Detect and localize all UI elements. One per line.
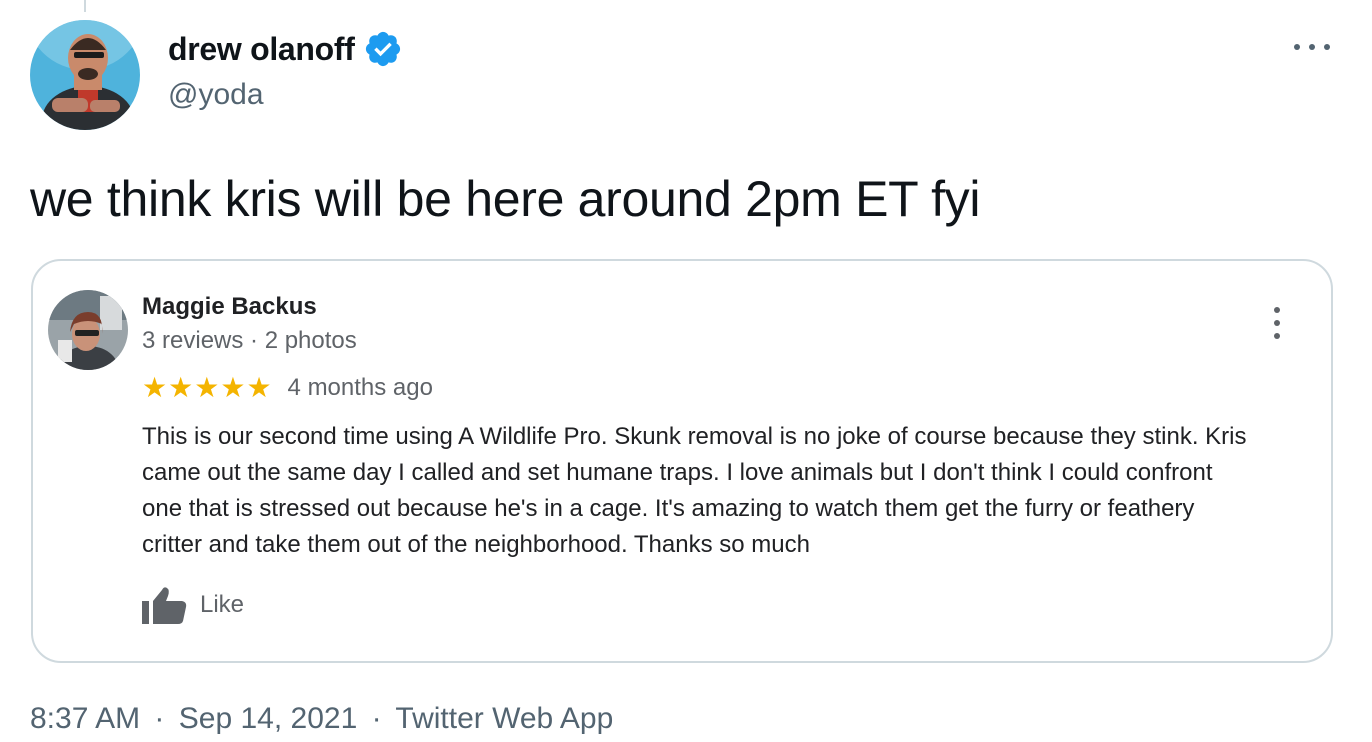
star-icon: ★ (142, 372, 168, 403)
tweet-time[interactable]: 8:37 AM (30, 702, 140, 735)
review-time: 4 months ago (287, 374, 433, 401)
review-body-line: critter and take them out of the neighbo… (142, 531, 810, 558)
thumbs-up-icon (142, 587, 187, 624)
like-button[interactable]: Like (142, 584, 244, 626)
star-icon: ★ (168, 372, 194, 403)
review-screenshot-card[interactable]: Maggie Backus 3 reviews · 2 photos ★ ★ ★ ★ ★… (31, 259, 1333, 663)
reviewer-name[interactable]: Maggie Backus (142, 293, 317, 321)
review-body: This is our second time using A Wildlife… (142, 419, 1331, 563)
reviewer-avatar (48, 290, 128, 370)
rating-row: ★ ★ ★ ★ ★ 4 months ago (142, 371, 433, 405)
dot (1274, 320, 1280, 326)
dot (1324, 44, 1330, 50)
reviewer-meta: 3 reviews · 2 photos (142, 327, 357, 354)
author-handle[interactable]: @yoda (168, 78, 264, 112)
separator: · (371, 702, 382, 735)
tweet-source[interactable]: Twitter Web App (395, 702, 613, 735)
dot (1274, 333, 1280, 339)
star-icon: ★ (246, 372, 272, 403)
star-icon: ★ (220, 372, 246, 403)
star-rating: ★ ★ ★ ★ ★ (142, 374, 272, 402)
dot (1309, 44, 1315, 50)
like-label: Like (200, 591, 245, 618)
dot (1294, 44, 1300, 50)
author-avatar[interactable] (30, 20, 140, 130)
thread-connector (84, 0, 86, 12)
separator: · (154, 702, 165, 735)
user-avatar-photo-icon (30, 20, 140, 130)
reviewer-avatar-photo-icon (48, 290, 128, 370)
review-body-line: one that is stressed out because he's in… (142, 495, 1195, 522)
review-body-line: came out the same day I called and set h… (142, 459, 1213, 486)
author-name[interactable]: drew olanoff (168, 31, 355, 68)
tweet-date[interactable]: Sep 14, 2021 (179, 702, 358, 735)
author-name-row[interactable]: drew olanoff (168, 28, 403, 70)
more-horizontal-icon[interactable] (1290, 32, 1334, 62)
verified-badge-icon (365, 31, 400, 67)
more-vertical-icon[interactable] (1269, 307, 1285, 339)
star-icon: ★ (194, 372, 220, 403)
dot (1274, 307, 1280, 313)
tweet-text: we think kris will be here around 2pm ET… (30, 171, 981, 227)
tweet-timestamp: 8:37 AM · Sep 14, 2021 · Twitter Web App (30, 702, 613, 736)
review-body-line: This is our second time using A Wildlife… (142, 423, 1247, 450)
